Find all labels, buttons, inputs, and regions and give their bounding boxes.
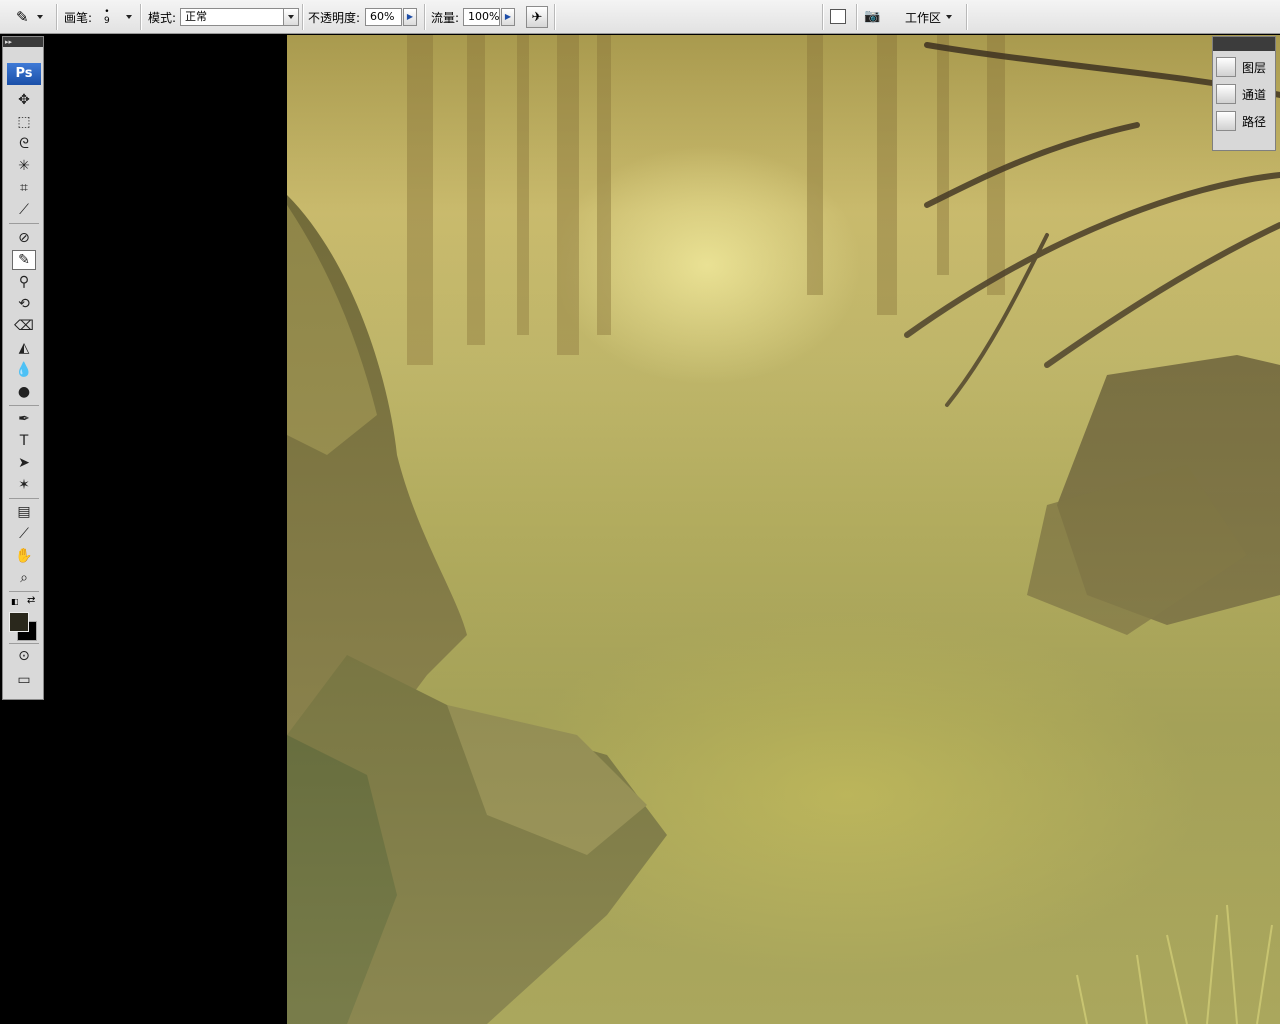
airbrush-icon[interactable]: ✈: [526, 6, 548, 28]
photoshop-logo[interactable]: Ps: [7, 63, 41, 85]
screen-mode-icon[interactable]: ▭: [12, 670, 36, 690]
opacity-label: 不透明度:: [308, 10, 361, 25]
divider: [56, 4, 58, 30]
toolbox-grip[interactable]: ▸▸: [3, 37, 43, 47]
path-selection-tool-icon[interactable]: ➤: [12, 453, 36, 473]
dock-item-paths[interactable]: 路径: [1216, 109, 1274, 133]
dock-item-channels[interactable]: 通道: [1216, 82, 1274, 106]
mode-select[interactable]: 正常: [180, 8, 299, 26]
brush-label: 画笔:: [64, 10, 93, 25]
blur-tool-icon[interactable]: 💧: [12, 360, 36, 380]
chevron-down-icon: [946, 15, 953, 19]
default-colors-icon[interactable]: ◧: [11, 597, 19, 606]
dock-item-label: 路径: [1242, 114, 1267, 129]
magic-wand-tool-icon[interactable]: ✳: [12, 156, 36, 176]
divider: [554, 4, 556, 30]
brush-size-picker[interactable]: • 9: [104, 0, 110, 34]
panel-dock: 图层 通道 路径: [1212, 36, 1276, 151]
clone-stamp-tool-icon[interactable]: ⚲: [12, 272, 36, 292]
slice-tool-icon[interactable]: ⟋: [12, 200, 36, 220]
flow-label: 流量:: [431, 10, 460, 25]
dodge-tool-icon[interactable]: ●: [12, 382, 36, 402]
paint-bucket-tool-icon[interactable]: ◭: [12, 338, 36, 358]
divider: [424, 4, 426, 30]
eraser-tool-icon[interactable]: ⌫: [12, 316, 36, 336]
brush-tool-icon[interactable]: ✎: [12, 250, 36, 270]
custom-shape-tool-icon[interactable]: ✶: [12, 475, 36, 495]
forest-painting: [287, 35, 1280, 1024]
brush-preset-icon: ✎: [16, 8, 29, 26]
dock-item-label: 图层: [1242, 60, 1267, 75]
divider: [966, 4, 968, 30]
paths-icon: [1216, 111, 1236, 131]
chevron-down-icon[interactable]: [126, 15, 132, 19]
channels-icon: [1216, 84, 1236, 104]
brush-size-value: 9: [104, 16, 110, 26]
bridge-camera-icon[interactable]: 📷: [864, 9, 886, 24]
chevron-down-icon: [36, 15, 43, 19]
chevron-down-icon[interactable]: [283, 9, 298, 25]
file-browser-icon[interactable]: [830, 9, 846, 24]
opacity-slider-button[interactable]: ▶: [403, 8, 417, 26]
workspace-label: 工作区: [905, 10, 942, 25]
mode-value: 正常: [185, 10, 207, 23]
pen-tool-icon[interactable]: ✒: [12, 409, 36, 429]
crop-tool-icon[interactable]: ⌗: [12, 178, 36, 198]
quick-mask-icon[interactable]: ⊙: [12, 646, 36, 666]
dock-grip[interactable]: [1213, 37, 1275, 51]
notes-tool-icon[interactable]: ▤: [12, 502, 36, 522]
brush-dot-icon: •: [104, 7, 110, 17]
opacity-input[interactable]: 60%: [365, 8, 402, 26]
zoom-tool-icon[interactable]: ⌕: [12, 568, 36, 588]
healing-brush-tool-icon[interactable]: ⊘: [12, 228, 36, 248]
dock-item-label: 通道: [1242, 87, 1267, 102]
mode-label: 模式:: [148, 10, 177, 25]
foreground-color-swatch[interactable]: [9, 612, 29, 632]
swap-colors-icon[interactable]: ⇄: [27, 595, 35, 606]
dock-item-layers[interactable]: 图层: [1216, 55, 1274, 79]
document-canvas[interactable]: [287, 35, 1280, 1024]
workspace-menu[interactable]: 工作区: [905, 0, 953, 34]
fog-overlay: [287, 35, 1280, 1024]
eyedropper-tool-icon[interactable]: ⟋: [12, 524, 36, 544]
options-bar: ✎ 画笔: • 9 模式: 正常 不透明度: 60% ▶ 流量: 100% ▶ …: [0, 0, 1280, 34]
layers-icon: [1216, 57, 1236, 77]
hand-tool-icon[interactable]: ✋: [12, 546, 36, 566]
type-tool-icon[interactable]: T: [12, 431, 36, 451]
divider: [140, 4, 142, 30]
divider: [302, 4, 304, 30]
tool-preset-picker[interactable]: ✎: [16, 0, 43, 34]
divider: [856, 4, 858, 30]
divider: [822, 4, 824, 30]
toolbox: ▸▸ Ps ✥ ⬚ ᘓ ✳ ⌗ ⟋ ⊘ ✎ ⚲ ⟲ ⌫ ◭ 💧 ● ✒ T ➤ …: [2, 36, 44, 700]
flow-slider-button[interactable]: ▶: [501, 8, 515, 26]
history-brush-tool-icon[interactable]: ⟲: [12, 294, 36, 314]
marquee-tool-icon[interactable]: ⬚: [12, 112, 36, 132]
move-tool-icon[interactable]: ✥: [12, 90, 36, 110]
lasso-tool-icon[interactable]: ᘓ: [12, 134, 36, 154]
flow-input[interactable]: 100%: [463, 8, 500, 26]
